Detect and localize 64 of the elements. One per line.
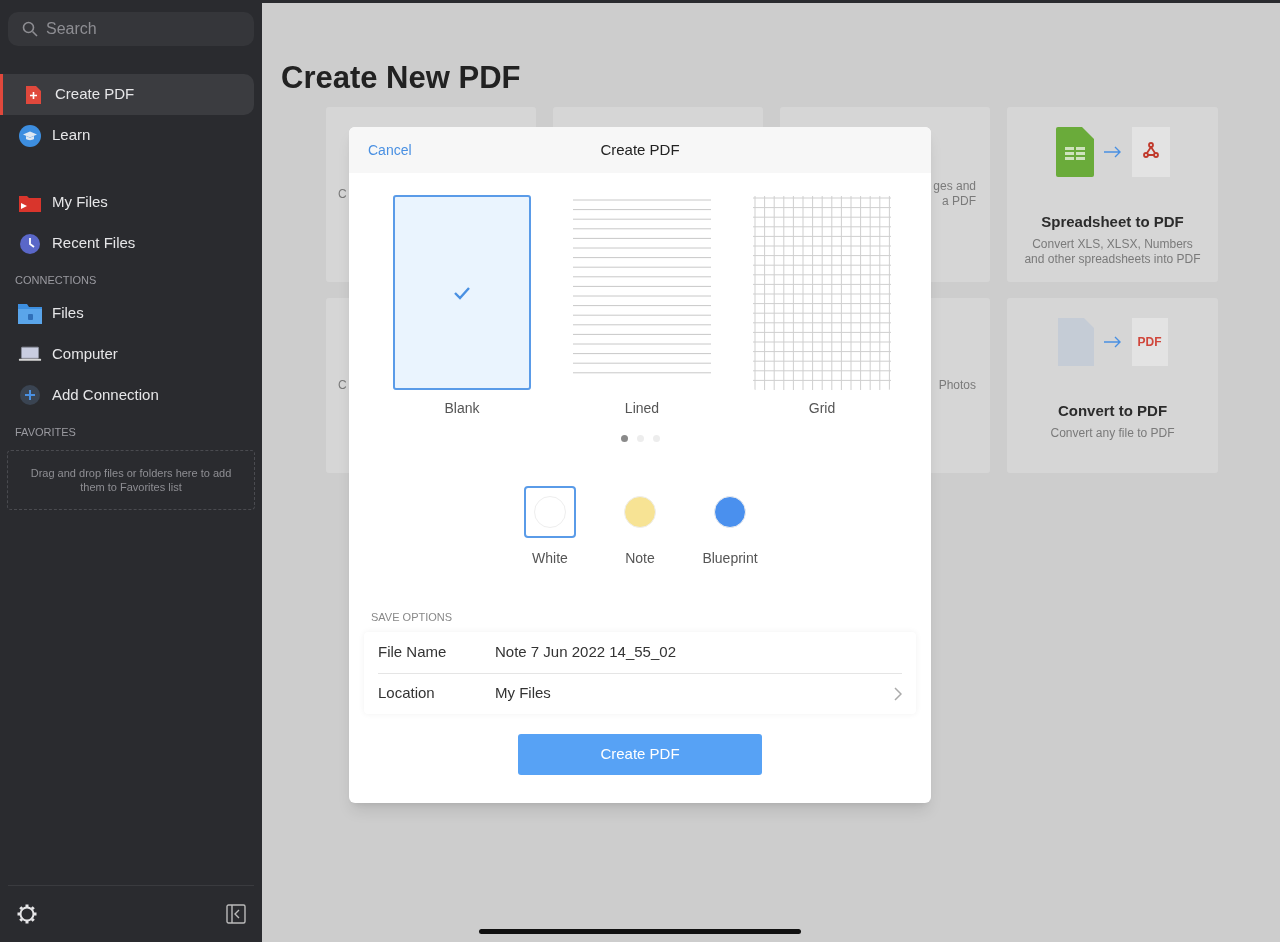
page-title: Create New PDF [281, 59, 522, 97]
tool-card[interactable]: PDF Convert to PDF Convert any file to PDF [1007, 297, 1218, 473]
template-label: Grid [808, 399, 836, 418]
card-description: Photos [938, 377, 976, 393]
tool-card[interactable]: Spreadsheet to PDF Convert XLS, XLSX, Numbers and other spreadsheets into PDF [1007, 106, 1218, 282]
section-heading: SAVE OPTIONS [371, 610, 454, 625]
pdf-file-icon [1131, 126, 1170, 177]
dialog-title: Create PDF [600, 139, 680, 160]
color-label: White [532, 549, 568, 568]
color-label: Note [625, 549, 655, 568]
card-description: Convert XLS, XLSX, Numbers and other spreadsheets into PDF [1023, 237, 1202, 267]
location-value[interactable]: My Files [495, 682, 894, 705]
sidebar-item[interactable]: Add Connection [0, 374, 254, 416]
sidebar-item[interactable]: Computer [0, 333, 254, 375]
template-option[interactable]: Blank [393, 195, 531, 419]
sidebar-item-label: Recent Files [52, 233, 136, 254]
paper-color-option[interactable]: Note [614, 486, 666, 569]
section-heading: FAVORITES [14, 424, 77, 440]
card-description: Convert any file to PDF [1049, 426, 1176, 441]
search-icon [22, 21, 38, 37]
template-label: Blank [444, 399, 480, 418]
folder-icon [18, 302, 42, 324]
clock-icon [20, 233, 40, 254]
collapse-sidebar-icon[interactable] [226, 904, 246, 924]
sidebar-item-label: Files [52, 302, 84, 323]
paper-color-option[interactable]: Blueprint [704, 486, 756, 569]
sidebar-item[interactable]: Files [0, 292, 254, 334]
pdf-file-icon: PDF [1131, 317, 1168, 366]
search-field[interactable]: Search [8, 12, 254, 46]
checkmark-icon [453, 285, 471, 300]
card-description: a PDF [942, 194, 976, 209]
sidebar-item-label: Learn [52, 125, 91, 146]
card-description: C [338, 377, 348, 394]
sidebar-item[interactable]: My Files [0, 182, 254, 223]
chevron-right-icon [894, 686, 902, 701]
template-option[interactable]: Grid [753, 195, 891, 419]
arrow-icon [1103, 145, 1122, 158]
option-label: Location [378, 683, 436, 704]
sidebar-item[interactable]: Learn [0, 115, 254, 156]
card-title: Spreadsheet to PDF [1041, 211, 1184, 232]
sidebar-item-label: Computer [52, 343, 118, 364]
card-title: Convert to PDF [1057, 400, 1168, 421]
option-label: File Name [378, 641, 448, 662]
color-label: Blueprint [702, 549, 758, 568]
card-description: ges and [933, 179, 976, 194]
sidebar-item-label: Add Connection [52, 384, 159, 405]
arrow-icon [1103, 335, 1122, 348]
template-option[interactable]: Lined [573, 195, 711, 419]
sidebar-item[interactable]: Create PDF [0, 74, 254, 115]
card-description: C [338, 186, 348, 203]
settings-icon[interactable] [16, 903, 38, 925]
file-name-field[interactable]: Note 7 Jun 2022 14_55_02 [495, 640, 902, 664]
graduation-cap-icon [19, 124, 41, 147]
sidebar-item-label: My Files [52, 192, 108, 213]
laptop-icon [18, 345, 42, 363]
document-plus-icon [24, 84, 42, 105]
spreadsheet-icon [1055, 126, 1094, 177]
sidebar-item-label: Create PDF [55, 84, 135, 105]
section-heading: CONNECTIONS [14, 273, 98, 288]
sidebar-item[interactable]: Recent Files [0, 223, 254, 264]
favorites-dropzone: Drag and drop files or folders here to add them to Favorites list [7, 450, 255, 510]
template-label: Lined [624, 399, 660, 418]
add-icon [20, 385, 40, 405]
folder-icon [19, 193, 41, 212]
